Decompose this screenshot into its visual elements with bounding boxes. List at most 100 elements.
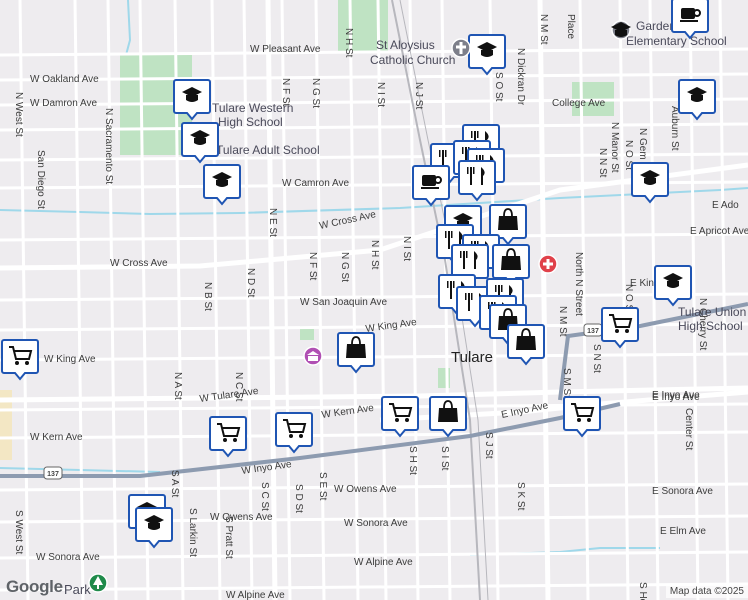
street-label: W Sonora Ave	[36, 552, 100, 563]
street-label: W Oakland Ave	[30, 74, 99, 85]
street-label: W Cross Ave	[318, 209, 377, 232]
street-label: Center St	[683, 408, 694, 450]
street-label: W Kern Ave	[30, 432, 83, 443]
street-label: W King Ave	[44, 354, 96, 365]
street-label: E Ado	[712, 200, 739, 211]
street-label: North N Street	[573, 252, 584, 316]
street-label: S Pratt St	[223, 516, 234, 559]
svg-text:Tulare Adult School: Tulare Adult School	[216, 143, 320, 157]
street-label: N J St	[413, 82, 424, 109]
coffee-cup-marker[interactable]	[412, 165, 450, 207]
map-canvas[interactable]: 137 137 N H St W Pleasant Ave N F St N G St N…	[0, 0, 748, 600]
street-label: E Apricot Ave	[690, 226, 748, 237]
street-label: W Alpine Ave	[354, 557, 413, 568]
graduation-cap-marker[interactable]	[203, 164, 241, 206]
shopping-bag-marker[interactable]	[337, 332, 375, 374]
street-label: S K St	[515, 482, 526, 511]
street-label: W Camron Ave	[282, 178, 349, 189]
street-label: S O St	[493, 72, 504, 102]
street-label: S J St	[483, 432, 494, 459]
poi-label: Tulare Adult School	[216, 143, 320, 157]
canal	[125, 0, 132, 56]
graduation-cap-marker[interactable]	[631, 162, 669, 204]
shopping-cart-marker[interactable]	[601, 307, 639, 349]
hospital-pin[interactable]	[538, 254, 558, 274]
street-label: N H St	[369, 240, 380, 270]
street-label: S M St	[561, 368, 572, 398]
poi-label: Tulare Union High School	[678, 305, 746, 333]
graduation-cap-marker[interactable]	[678, 79, 716, 121]
street-label: S N St	[591, 344, 602, 373]
graduation-cap-marker[interactable]	[654, 265, 692, 307]
shopping-bag-marker[interactable]	[507, 324, 545, 366]
shopping-cart-marker[interactable]	[0, 339, 39, 381]
street-label: N F St	[307, 252, 318, 281]
street-label: N A St	[172, 372, 183, 400]
shopping-cart-marker[interactable]	[563, 396, 601, 438]
city-label-tulare: Tulare	[451, 349, 493, 366]
minor-street	[242, 0, 254, 600]
street-label: Auburn St	[669, 106, 680, 151]
svg-text:Tulare UnionHigh School: Tulare Union High School	[678, 305, 746, 333]
street-label: S Larkin St	[187, 508, 198, 557]
street-label: N H St	[343, 28, 354, 58]
park-area	[592, 108, 604, 116]
map-attribution: Map data ©2025	[665, 585, 748, 598]
shopping-cart-marker[interactable]	[275, 412, 313, 454]
street-label: College Ave	[552, 98, 606, 109]
street-label: S E St	[317, 472, 328, 501]
street-label: S D St	[293, 484, 304, 513]
street-label: N I St	[401, 236, 412, 261]
fork-knife-marker[interactable]	[458, 160, 496, 202]
school-pin[interactable]	[611, 20, 631, 40]
street-label: San Diego St	[35, 150, 46, 209]
svg-text:Park: Park	[64, 582, 91, 597]
major-street	[537, 0, 551, 600]
highway-shield: 137	[43, 466, 63, 480]
street-label: N Manor St	[609, 122, 620, 173]
street-label: S I St	[439, 446, 450, 471]
graduation-cap-marker[interactable]	[135, 507, 173, 549]
street-label: N B St	[202, 282, 213, 311]
street-label: N I St	[375, 82, 386, 107]
graduation-cap-marker[interactable]	[181, 122, 219, 164]
minor-street	[0, 430, 748, 440]
shopping-cart-marker[interactable]	[381, 396, 419, 438]
park-pin[interactable]	[88, 573, 108, 593]
shopping-cart-marker[interactable]	[209, 416, 247, 458]
street-label: E Elm Ave	[660, 526, 706, 537]
minor-street	[0, 97, 748, 107]
minor-street	[648, 0, 660, 600]
street-label: W Alpine Ave	[226, 590, 285, 600]
highway-shield: 137	[583, 323, 603, 337]
street-label: N G St	[339, 252, 350, 282]
graduation-cap-marker[interactable]	[173, 79, 211, 121]
street-label: W Sonora Ave	[344, 518, 408, 529]
street-label: N E St	[267, 208, 278, 237]
poi-label: Park	[64, 582, 91, 597]
shopping-bag-marker[interactable]	[429, 396, 467, 438]
street-label: N M St	[538, 14, 549, 45]
street-label: W Pleasant Ave	[250, 44, 321, 55]
street-label: N D St	[245, 268, 256, 298]
street-label: N Dickran Dr	[515, 48, 526, 106]
street-label: E Inyo Ave	[500, 400, 549, 421]
street-label: Place	[565, 14, 576, 39]
coffee-cup-marker[interactable]	[671, 0, 709, 40]
museum-pin[interactable]	[303, 346, 323, 366]
street-label: N Sacramento St	[103, 108, 114, 184]
svg-text:137: 137	[47, 471, 59, 478]
street-label: N G St	[310, 78, 321, 108]
street-label: W Owens Ave	[210, 512, 273, 523]
street-label: W Kern Ave	[321, 403, 375, 421]
street-label: N M St	[557, 306, 568, 337]
minor-street	[0, 72, 748, 82]
svg-text:Tulare WesternHigh School: Tulare Western High School	[212, 101, 293, 129]
graduation-cap-marker[interactable]	[468, 34, 506, 76]
street-label: S C St	[259, 482, 270, 511]
church-pin[interactable]	[451, 38, 471, 58]
minor-street	[0, 582, 748, 592]
svg-text:137: 137	[587, 328, 599, 335]
street-label: S H St	[407, 446, 418, 475]
poi-label: Tulare Western High School	[212, 101, 293, 129]
